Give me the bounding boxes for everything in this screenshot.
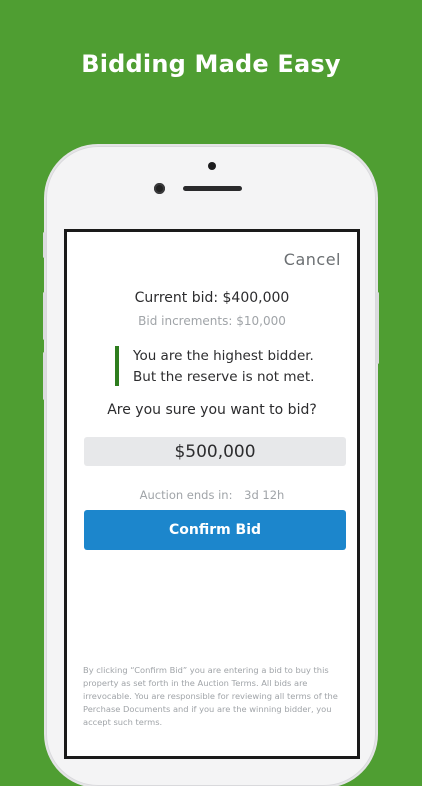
phone-sensor [208,162,216,170]
phone-power-button [376,292,379,364]
phone-speaker [183,186,242,191]
confirm-bid-button[interactable]: Confirm Bid [84,510,346,550]
auction-ends-value: 3d 12h [244,488,285,502]
phone-mute-switch [43,232,46,258]
phone-volume-up-button [43,292,46,340]
current-bid-text: Current bid: $400,000 [134,290,290,306]
promo-headline: Bidding Made Easy [81,50,341,78]
auction-ends-label: Auction ends in: [139,488,233,502]
bid-increments-text: Bid increments: $10,000 [138,314,286,328]
bidder-status-notice: You are the highest bidder. But the rese… [115,346,325,386]
phone-volume-down-button [43,352,46,400]
notice-highest-bidder: You are the highest bidder. [133,348,314,364]
phone-camera [154,183,165,194]
bid-dialog: Cancel Current bid: $400,000 Bid increme… [64,229,360,759]
cancel-button[interactable]: Cancel [284,250,341,269]
legal-disclaimer: By clicking “Confirm Bid” you are enteri… [83,665,338,727]
notice-reserve-not-met: But the reserve is not met. [133,369,315,385]
confirm-question: Are you sure you want to bid? [107,402,317,418]
auction-ends-row: Auction ends in: 3d 12h [67,488,357,502]
bid-amount-field[interactable] [84,437,346,466]
